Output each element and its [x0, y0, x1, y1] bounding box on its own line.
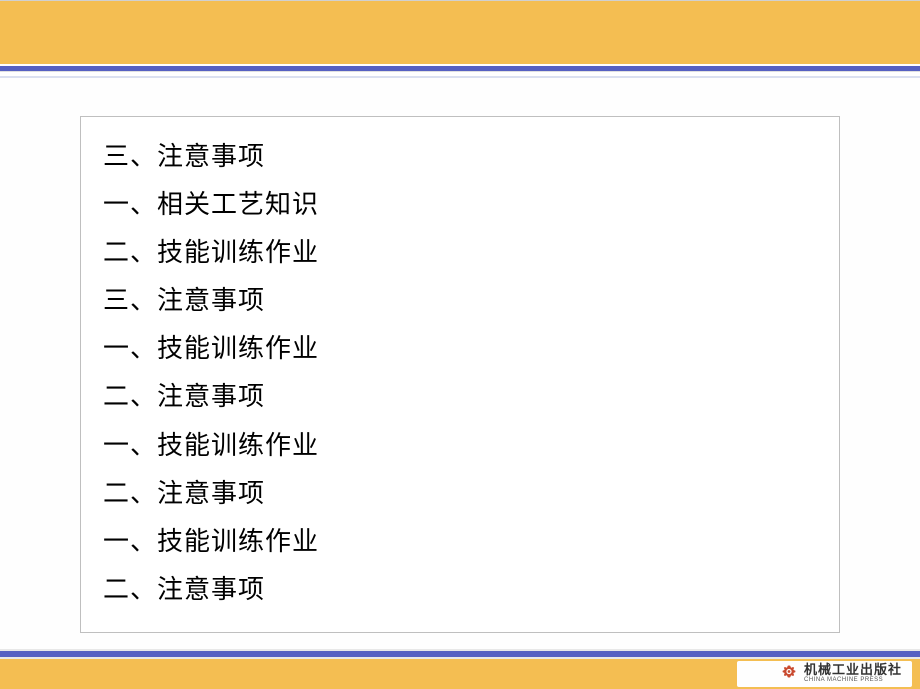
list-item: 二、注意事项 — [103, 373, 817, 421]
list-item: 二、注意事项 — [103, 470, 817, 518]
footer-blue-bar — [0, 649, 920, 659]
list-item: 一、技能训练作业 — [103, 518, 817, 566]
list-item: 一、技能训练作业 — [103, 325, 817, 373]
gear-icon — [780, 664, 798, 682]
content-box: 三、注意事项 一、相关工艺知识 二、技能训练作业 三、注意事项 一、技能训练作业… — [80, 116, 840, 633]
content-area: 三、注意事项 一、相关工艺知识 二、技能训练作业 三、注意事项 一、技能训练作业… — [0, 78, 920, 633]
list-item: 三、注意事项 — [103, 133, 817, 181]
publisher-name-en: CHINA MACHINE PRESS — [804, 677, 902, 683]
publisher-logo: 机械工业出版社 CHINA MACHINE PRESS — [780, 663, 902, 683]
list-item: 二、技能训练作业 — [103, 229, 817, 277]
header-gold-bar — [0, 0, 920, 64]
publisher-name-cn: 机械工业出版社 — [804, 663, 902, 676]
header-blue-divider — [0, 64, 920, 72]
list-item: 一、相关工艺知识 — [103, 181, 817, 229]
list-item: 二、注意事项 — [103, 566, 817, 614]
list-item: 三、注意事项 — [103, 277, 817, 325]
list-item: 一、技能训练作业 — [103, 422, 817, 470]
publisher-text: 机械工业出版社 CHINA MACHINE PRESS — [804, 663, 902, 683]
